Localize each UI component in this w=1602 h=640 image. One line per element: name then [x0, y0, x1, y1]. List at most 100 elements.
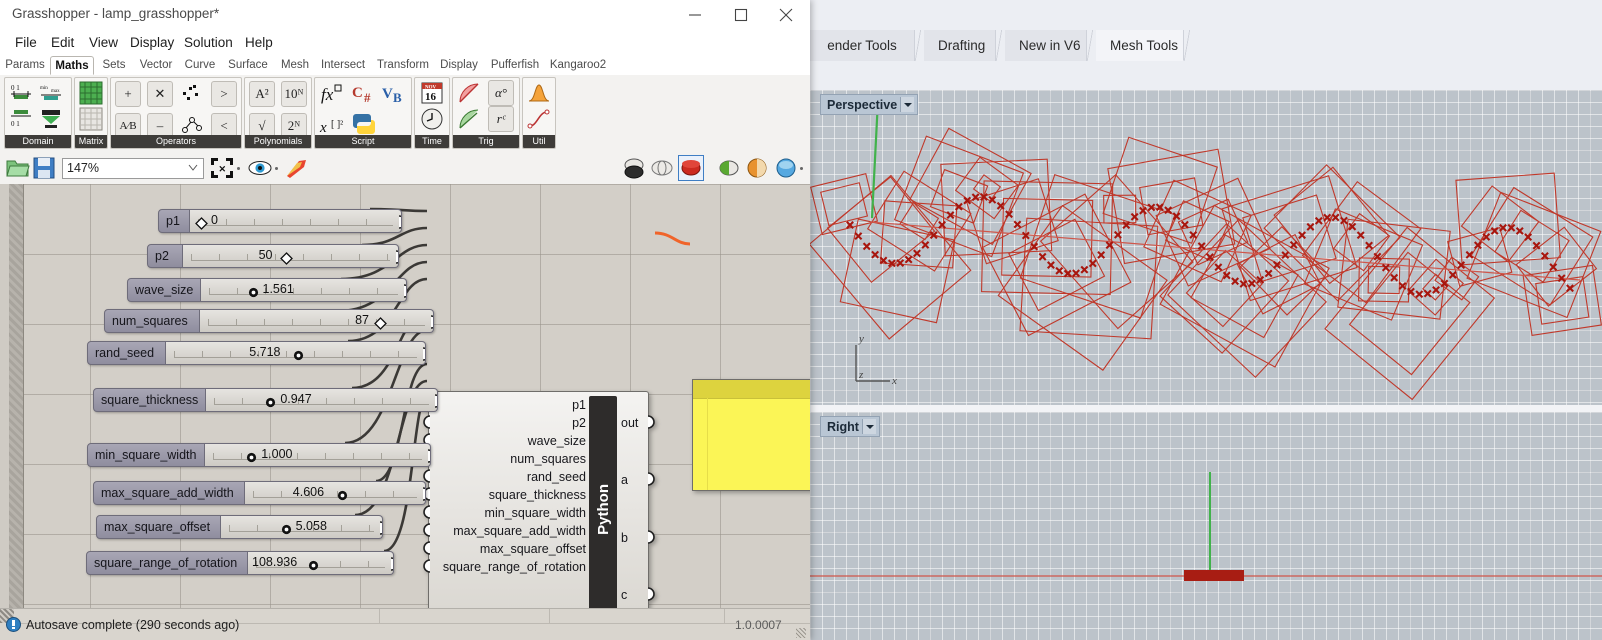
- bake-icon[interactable]: [285, 157, 309, 180]
- slider-grip[interactable]: [337, 488, 348, 501]
- slider-grip[interactable]: [195, 216, 208, 230]
- viewport-right[interactable]: Right: [810, 412, 1602, 640]
- slider-min-square-width[interactable]: min_square_width 1.000: [87, 443, 431, 467]
- slider-track[interactable]: 5.058: [221, 515, 383, 539]
- menu-display[interactable]: Display: [123, 33, 181, 52]
- viewport-perspective[interactable]: Perspective y z x: [810, 90, 1602, 405]
- slider-track[interactable]: 108.936: [248, 551, 394, 575]
- out-panel[interactable]: [692, 379, 810, 491]
- slider-grip[interactable]: [293, 348, 304, 361]
- slider-output-port[interactable]: [426, 449, 430, 463]
- preview-eye-icon[interactable]: [248, 157, 272, 180]
- domain-icon[interactable]: 0 1: [8, 80, 34, 106]
- chevron-down-icon[interactable]: [861, 419, 876, 434]
- slider-grip[interactable]: [248, 285, 259, 298]
- tab-transform[interactable]: Transform: [373, 56, 433, 75]
- rhino-tab-mesh-tools[interactable]: Mesh Tools: [1096, 30, 1192, 61]
- slider-output-port[interactable]: [397, 215, 401, 229]
- tab-vector[interactable]: Vector: [134, 56, 178, 75]
- slider-output-port[interactable]: [421, 487, 425, 501]
- slider-square-range-of-rotation[interactable]: square_range_of_rotation 108.936: [86, 551, 394, 575]
- python-component[interactable]: Python p1 p2 wave_size num_squares rand_…: [423, 391, 655, 608]
- expression-icon[interactable]: fx: [319, 81, 345, 107]
- slider-grip[interactable]: [374, 316, 388, 330]
- tab-sets[interactable]: Sets: [98, 56, 130, 75]
- wireframe-preview-icon[interactable]: [650, 157, 674, 180]
- tab-curve[interactable]: Curve: [180, 56, 220, 75]
- gh-canvas[interactable]: Python p1 p2 wave_size num_squares rand_…: [0, 184, 810, 608]
- render-preview-icon[interactable]: [678, 155, 704, 181]
- menu-solution[interactable]: Solution: [177, 33, 240, 52]
- tab-params[interactable]: Params: [2, 56, 48, 75]
- rhino-tab-new-in-v6[interactable]: New in V6: [1005, 30, 1095, 61]
- viewport-label-right[interactable]: Right: [820, 416, 880, 437]
- open-file-icon[interactable]: [6, 157, 30, 180]
- gaussian-icon[interactable]: [526, 80, 552, 106]
- tab-kangaroo2[interactable]: Kangaroo2: [546, 56, 610, 75]
- matrix-grey-icon[interactable]: [78, 106, 104, 132]
- slider-max-square-add-width[interactable]: max_square_add_width 4.606: [93, 481, 426, 505]
- slider-output-port[interactable]: [394, 250, 398, 264]
- matrix-green-icon[interactable]: [78, 80, 104, 106]
- degrees-icon[interactable]: α°: [488, 80, 514, 106]
- larger-than-icon[interactable]: >: [211, 81, 237, 107]
- menu-file[interactable]: File: [8, 33, 44, 52]
- power-of-ten-icon[interactable]: 10ᴺ: [281, 81, 307, 107]
- mass-addition-icon[interactable]: [179, 81, 205, 107]
- viewport-label-perspective[interactable]: Perspective: [820, 94, 919, 115]
- slider-track[interactable]: 1.000: [205, 443, 431, 467]
- tab-surface[interactable]: Surface: [224, 56, 272, 75]
- rhino-tab-drafting[interactable]: Drafting: [924, 30, 1004, 61]
- clock-icon[interactable]: [419, 106, 445, 132]
- chevron-down-icon[interactable]: [900, 97, 915, 112]
- slider-grip[interactable]: [246, 450, 257, 463]
- slider-grip[interactable]: [265, 395, 276, 408]
- zoom-extents-icon[interactable]: ✕: [210, 157, 234, 180]
- slider-p2[interactable]: p2 50: [147, 244, 399, 268]
- sine-icon[interactable]: [456, 80, 482, 106]
- slider-num-squares[interactable]: num_squares 87: [104, 309, 434, 333]
- preview-colour-icon[interactable]: [745, 157, 769, 180]
- preview-quality-icon[interactable]: [716, 157, 740, 180]
- slider-rand-seed[interactable]: rand_seed 5.718: [87, 341, 426, 365]
- menu-edit[interactable]: Edit: [44, 33, 81, 52]
- slider-grip[interactable]: [281, 522, 292, 535]
- rhino-tab-render-tools[interactable]: ender Tools: [810, 30, 923, 61]
- multiply-icon[interactable]: ✕: [147, 81, 173, 107]
- slider-track[interactable]: 4.606: [245, 481, 426, 505]
- domain-minmax-icon[interactable]: min max: [38, 80, 64, 106]
- preview-mesh-icon[interactable]: [775, 157, 799, 180]
- csharp-script-icon[interactable]: C #: [351, 81, 377, 107]
- slider-track[interactable]: 0: [190, 209, 402, 233]
- slider-track[interactable]: 0.947: [206, 388, 438, 412]
- addition-icon[interactable]: +: [115, 81, 141, 107]
- tab-display[interactable]: Display: [436, 56, 482, 75]
- radians-icon[interactable]: rᶜ: [488, 106, 514, 132]
- cosine-icon[interactable]: [456, 106, 482, 132]
- slider-output-port[interactable]: [389, 557, 393, 571]
- slider-track[interactable]: 87: [200, 309, 434, 333]
- slider-output-port[interactable]: [433, 394, 437, 408]
- domain-components-icon[interactable]: [38, 106, 64, 132]
- save-file-icon[interactable]: [33, 157, 57, 180]
- viewport-splitter[interactable]: [810, 405, 1602, 412]
- slider-grip[interactable]: [308, 558, 319, 571]
- power-of-two-icon[interactable]: A²: [249, 81, 275, 107]
- resize-handle[interactable]: [796, 628, 806, 638]
- slider-output-port[interactable]: [429, 315, 433, 329]
- slider-grip[interactable]: [280, 251, 293, 265]
- slider-track[interactable]: 5.718: [166, 341, 426, 365]
- zoom-level-select[interactable]: 147%: [62, 158, 204, 179]
- slider-track[interactable]: 1.561: [201, 278, 407, 302]
- menu-view[interactable]: View: [82, 33, 125, 52]
- slider-track[interactable]: 50: [183, 244, 399, 268]
- python-script-icon[interactable]: [351, 111, 377, 137]
- date-icon[interactable]: NOV 16: [419, 80, 445, 106]
- close-button[interactable]: [763, 0, 809, 30]
- slider-wave-size[interactable]: wave_size 1.561: [127, 278, 407, 302]
- tab-maths[interactable]: Maths: [50, 56, 94, 75]
- tab-pufferfish[interactable]: Pufferfish: [486, 56, 544, 75]
- menu-help[interactable]: Help: [238, 33, 280, 52]
- domain-divide-icon[interactable]: 0 1: [8, 106, 34, 132]
- maximize-button[interactable]: [718, 0, 764, 30]
